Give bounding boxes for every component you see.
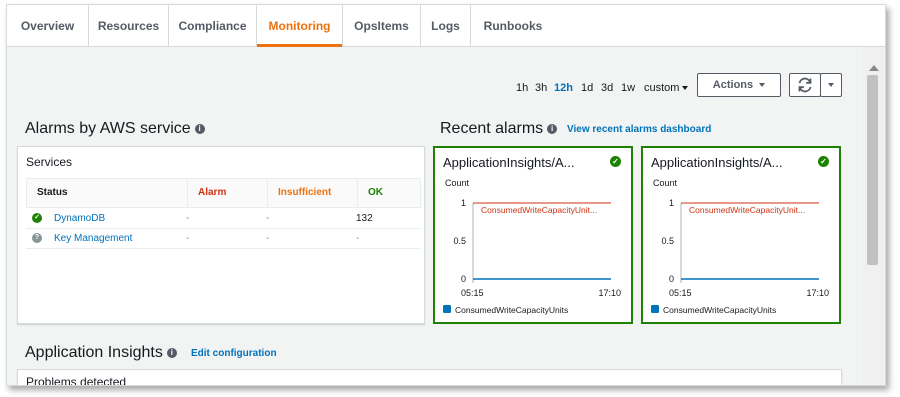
recent-alarms-title: Recent alarms: [440, 120, 544, 137]
caret-down-icon: [759, 83, 766, 88]
alarms-by-service-heading: Alarms by AWS service i: [25, 120, 205, 138]
time-range-3h[interactable]: 3h: [535, 82, 547, 94]
legend-swatch: [651, 305, 659, 313]
tab-compliance[interactable]: Compliance: [169, 5, 257, 47]
alarm-count: -: [186, 233, 190, 244]
time-range-1h[interactable]: 1h: [516, 82, 528, 94]
time-range-3d[interactable]: 3d: [601, 82, 613, 94]
legend-swatch: [443, 305, 451, 313]
services-table-header: Status Alarm Insufficient OK: [26, 178, 421, 208]
legend-label: ConsumedWriteCapacityUnits: [663, 305, 776, 315]
console-frame: Overview Resources Compliance Monitoring…: [6, 4, 886, 386]
time-range-custom-label: custom: [644, 82, 680, 94]
ok-count: -: [356, 233, 360, 244]
col-alarm: Alarm: [187, 179, 267, 207]
refresh-icon: [798, 77, 812, 93]
application-insights-heading: Application Insights i: [25, 344, 177, 362]
scroll-up-arrow-icon[interactable]: [869, 65, 879, 71]
actions-button[interactable]: Actions: [697, 73, 781, 97]
tab-opsitems[interactable]: OpsItems: [343, 5, 421, 47]
col-insufficient: Insufficient: [267, 179, 357, 207]
services-panel: Services Status Alarm Insufficient OK ✓ …: [17, 146, 425, 324]
alarm-count: -: [186, 213, 190, 224]
y-tick-label: 1: [669, 198, 674, 208]
tab-overview[interactable]: Overview: [7, 5, 89, 47]
service-link-dynamodb[interactable]: DynamoDB: [54, 213, 105, 224]
insufficient-count: -: [266, 233, 270, 244]
tab-monitoring[interactable]: Monitoring: [257, 5, 343, 47]
insufficient-count: -: [266, 213, 270, 224]
y-tick-label: 0.5: [661, 236, 674, 246]
scrollbar-thumb[interactable]: [867, 75, 878, 265]
y-tick-label: 1: [461, 198, 466, 208]
info-icon[interactable]: i: [547, 123, 558, 134]
info-icon[interactable]: i: [194, 123, 205, 134]
problems-detected-panel: Problems detected: [17, 369, 842, 386]
y-tick-label: 0: [461, 274, 466, 284]
table-row: ? Key Management - - -: [26, 229, 421, 249]
alarm-card[interactable]: ApplicationInsights/A... ✓ Count 1 0.5 0 Con…: [641, 146, 841, 324]
ok-count: 132: [356, 213, 373, 224]
tab-runbooks[interactable]: Runbooks: [471, 5, 555, 47]
legend-label: ConsumedWriteCapacityUnits: [455, 305, 568, 315]
status-ok-icon: ✓: [32, 213, 42, 223]
y-axis-label: Count: [653, 178, 678, 188]
x-tick-label: 05:15: [669, 288, 692, 298]
refresh-button[interactable]: [789, 73, 821, 97]
service-link-key-management[interactable]: Key Management: [54, 233, 132, 244]
time-range-1w[interactable]: 1w: [621, 82, 635, 94]
x-tick-label: 17:10: [598, 288, 621, 298]
view-recent-alarms-link[interactable]: View recent alarms dashboard: [567, 124, 711, 135]
tab-bar: Overview Resources Compliance Monitoring…: [7, 5, 885, 47]
actions-label: Actions: [712, 79, 754, 91]
y-tick-label: 0.5: [453, 236, 466, 246]
caret-down-icon: [828, 83, 834, 87]
col-status: Status: [37, 187, 68, 198]
recent-alarms-heading: Recent alarms i: [440, 120, 558, 138]
table-row: ✓ DynamoDB - - 132: [26, 209, 421, 229]
alarms-by-service-title: Alarms by AWS service: [25, 120, 191, 137]
alarm-chart: Count 1 0.5 0 ConsumedWriteCapacityUnit... 05…: [651, 178, 829, 315]
tab-logs[interactable]: Logs: [421, 5, 471, 47]
problems-detected-title: Problems detected: [26, 375, 127, 386]
services-title: Services: [26, 155, 73, 169]
time-range-1d[interactable]: 1d: [581, 82, 593, 94]
x-tick-label: 05:15: [461, 288, 484, 298]
application-insights-title: Application Insights: [25, 344, 163, 361]
x-tick-label: 17:10: [806, 288, 829, 298]
threshold-label: ConsumedWriteCapacityUnit...: [689, 205, 805, 215]
y-axis-label: Count: [445, 178, 470, 188]
status-unknown-icon: ?: [32, 233, 42, 243]
caret-down-icon: [682, 86, 689, 91]
y-tick-label: 0: [669, 274, 674, 284]
alarm-chart: Count 1 0.5 0 ConsumedWriteCapacityUnit... 05…: [443, 178, 621, 315]
threshold-label: ConsumedWriteCapacityUnit...: [481, 205, 597, 215]
col-ok: OK: [357, 179, 420, 207]
tab-resources[interactable]: Resources: [89, 5, 169, 47]
time-range-12h[interactable]: 12h: [554, 82, 573, 94]
info-icon[interactable]: i: [166, 347, 177, 358]
time-range-custom[interactable]: custom: [644, 82, 689, 94]
edit-configuration-link[interactable]: Edit configuration: [191, 348, 277, 359]
alarm-card[interactable]: ApplicationInsights/A... ✓ Count 1 0.5 0 Con…: [433, 146, 633, 324]
refresh-options-button[interactable]: [820, 73, 842, 97]
